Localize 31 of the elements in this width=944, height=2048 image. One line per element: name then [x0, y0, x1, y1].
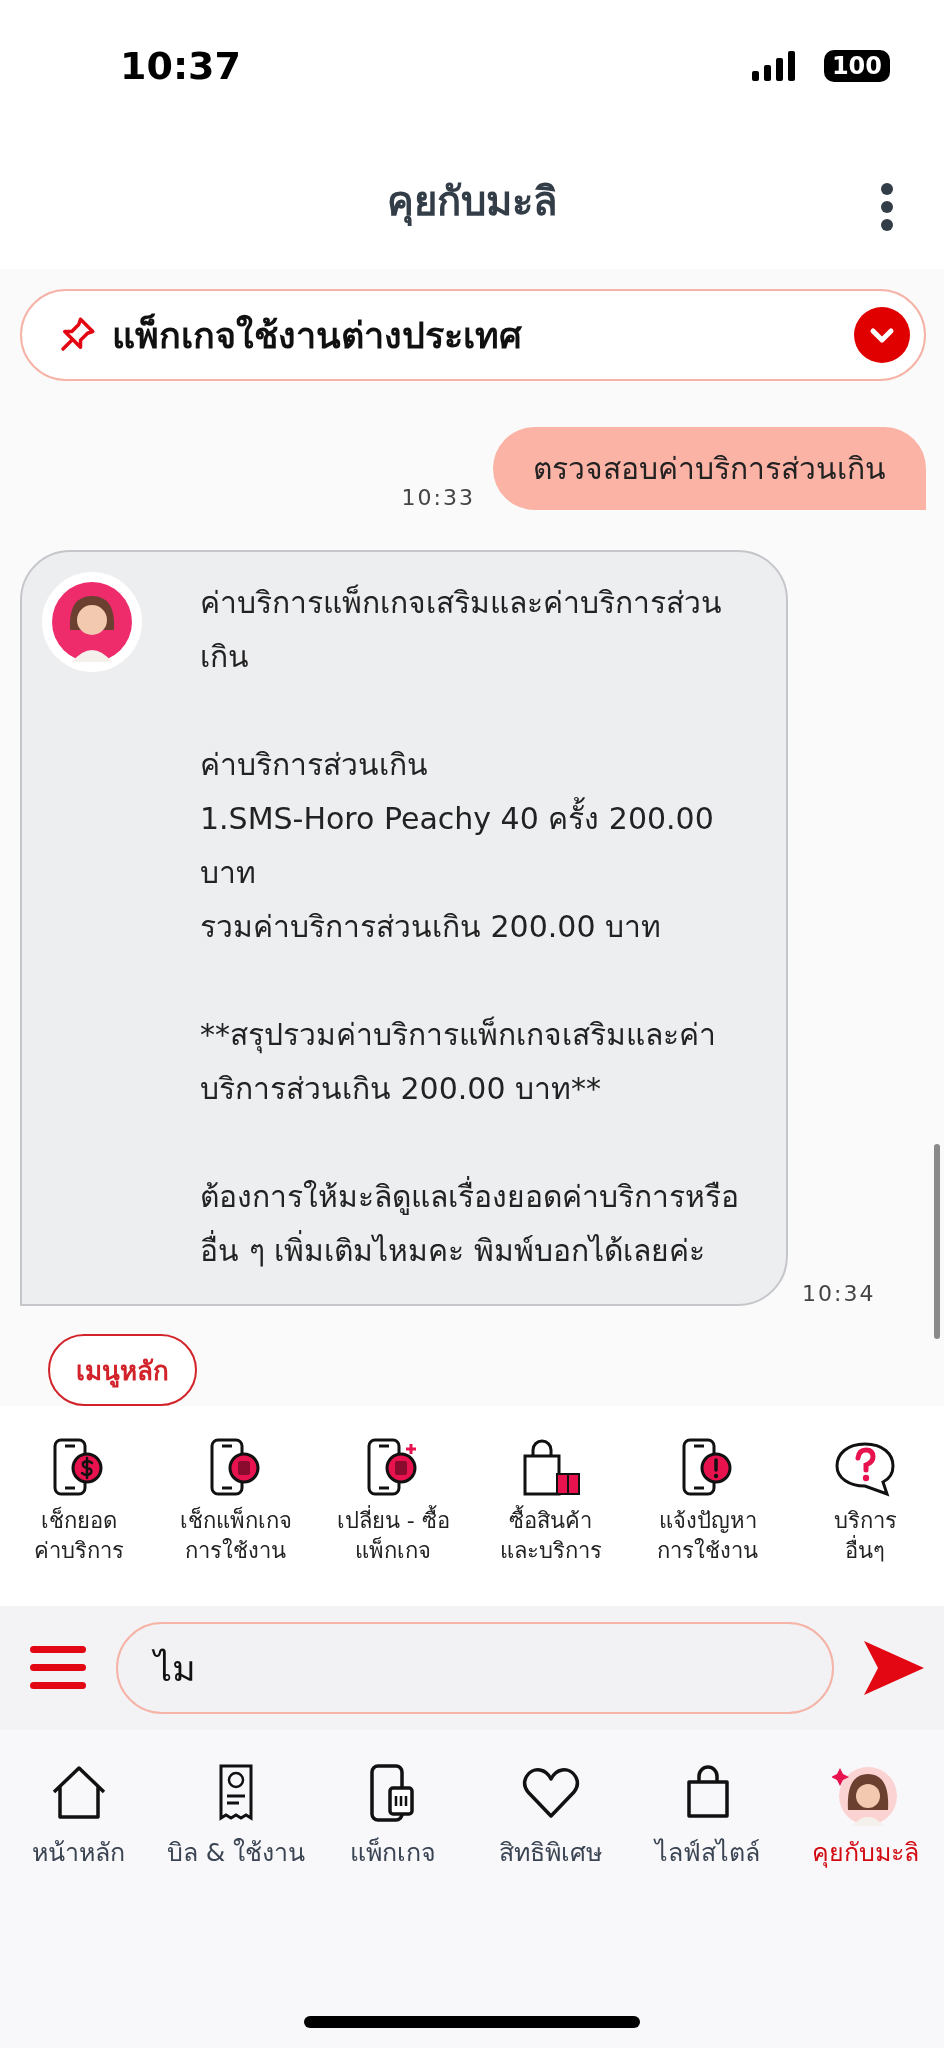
- message-time: 10:34: [802, 1281, 876, 1306]
- nav-tab[interactable]: ไลฟ์สไตล์: [631, 1760, 784, 1872]
- more-menu-icon[interactable]: [880, 182, 894, 231]
- avatar-icon: [42, 572, 142, 672]
- message-text: ค่าบริการแพ็กเกจเสริมและค่าบริการส่วนเกิน: [200, 583, 723, 676]
- menu-icon[interactable]: [30, 1646, 86, 1690]
- quick-menu-item[interactable]: เช็กแพ็กเกจ การใช้งาน: [161, 1436, 311, 1566]
- nav-tab[interactable]: หน้าหลัก: [2, 1760, 155, 1872]
- message-input-field[interactable]: ไม: [116, 1622, 834, 1714]
- main-menu-button[interactable]: เมนูหลัก: [48, 1334, 197, 1406]
- quick-menu-item[interactable]: เช็กยอด ค่าบริการ: [3, 1436, 154, 1566]
- message-text: ค่าบริการส่วนเกิน 1.SMS-Horo Peachy 40 ครั้ง 200.00 บาท รวมค่าบริการส่วนเกิน 200.00 บาท: [200, 746, 715, 946]
- user-message: ตรวจสอบค่าบริการส่วนเกิน: [493, 427, 926, 510]
- status-time: 10:37: [120, 44, 241, 89]
- message-time: 10:33: [401, 485, 475, 510]
- battery-level: 100: [823, 50, 890, 83]
- quick-menu-item[interactable]: เปลี่ยน - ซื้อ แพ็กเกจ: [318, 1436, 469, 1566]
- chat-title: คุยกับมะลิ: [386, 176, 558, 228]
- send-icon[interactable]: [864, 1641, 924, 1695]
- message-text: ต้องการให้มะลิดูแลเรื่องยอดค่าบริการหรือ อื่น ๆ เพิ่มเติมไหมคะ พิมพ์บอกได้เลยค่ะ: [200, 1170, 750, 1278]
- quick-menu-item[interactable]: แจ้งปัญหา การใช้งาน: [632, 1436, 783, 1566]
- nav-tab[interactable]: สิทธิพิเศษ: [474, 1760, 627, 1872]
- chevron-icon[interactable]: [854, 307, 910, 363]
- message-text: **สรุปรวมค่าบริการแพ็กเกจเสริมและค่าบริการส่วนเกิน 200.00 บาท**: [200, 1015, 717, 1108]
- quick-menu-item[interactable]: ซื้อสินค้า และบริการ: [475, 1436, 626, 1566]
- nav-tab[interactable]: บิล & ใช้งาน: [160, 1760, 312, 1872]
- nav-tab[interactable]: แพ็กเกจ: [317, 1760, 470, 1872]
- pinned-topic-bar[interactable]: แพ็กเกจใช้งานต่างประเทศ: [20, 289, 926, 381]
- quick-menu-item[interactable]: บริการ อื่นๆ: [790, 1436, 941, 1566]
- nav-tab[interactable]: คุยกับมะลิ: [789, 1760, 942, 1872]
- pinned-topic-title: แพ็กเกจใช้งานต่างประเทศ: [112, 312, 523, 358]
